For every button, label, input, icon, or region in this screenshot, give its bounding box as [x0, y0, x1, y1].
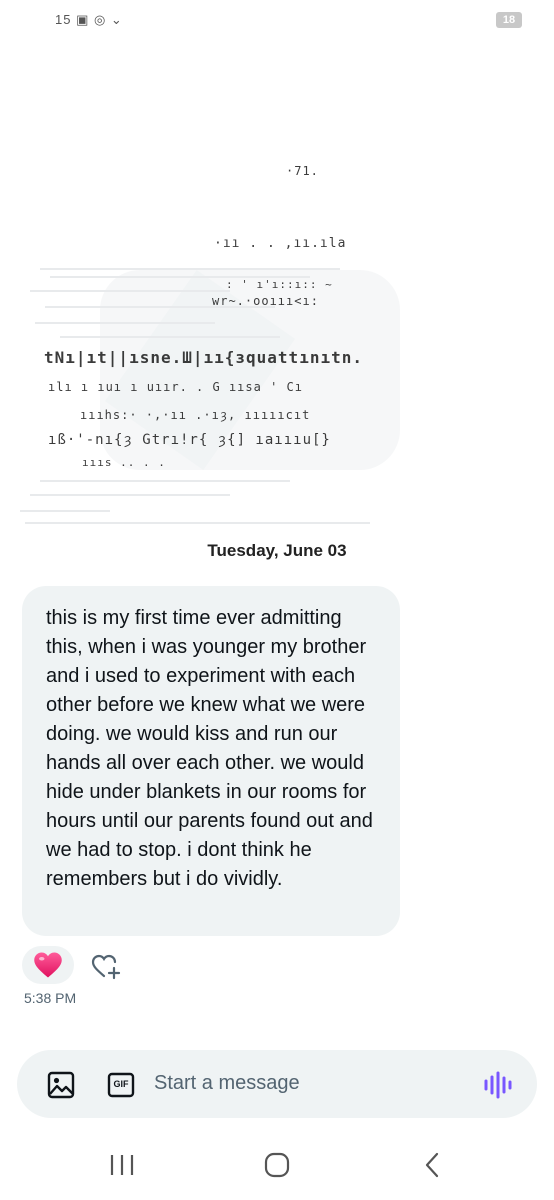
faded-previous-media: ·71. ·ıı . . ,ıı.ıla : ' ı'ı::ı:: ~ wr~.…	[20, 150, 540, 530]
date-separator: Tuesday, June 03	[0, 541, 554, 561]
heart-reaction[interactable]	[22, 946, 74, 984]
message-input[interactable]: Start a message	[154, 1072, 300, 1095]
message-text: this is my first time ever admitting thi…	[46, 607, 373, 890]
message-timestamp: 5:38 PM	[24, 990, 77, 1006]
message-composer: GIF Start a message	[17, 1050, 537, 1118]
heart-icon	[34, 952, 62, 978]
battery-icon: 18	[496, 12, 522, 28]
home-icon[interactable]	[257, 1150, 297, 1180]
status-icons: 15 ▣ ◎ ⌄	[55, 12, 123, 27]
date-separator-label: Tuesday, June 03	[207, 541, 347, 560]
message-bubble[interactable]: this is my first time ever admitting thi…	[22, 586, 400, 936]
gif-icon[interactable]: GIF	[107, 1071, 135, 1099]
back-icon[interactable]	[412, 1150, 452, 1180]
heart-plus-icon	[91, 954, 121, 980]
system-nav-bar	[0, 1140, 554, 1190]
image-icon[interactable]	[47, 1071, 75, 1099]
gif-label: GIF	[113, 1079, 129, 1089]
recents-icon[interactable]	[102, 1150, 142, 1180]
add-reaction-button[interactable]	[90, 951, 122, 981]
status-bar: 15 ▣ ◎ ⌄ 18	[0, 0, 554, 40]
voice-icon[interactable]	[483, 1071, 512, 1099]
